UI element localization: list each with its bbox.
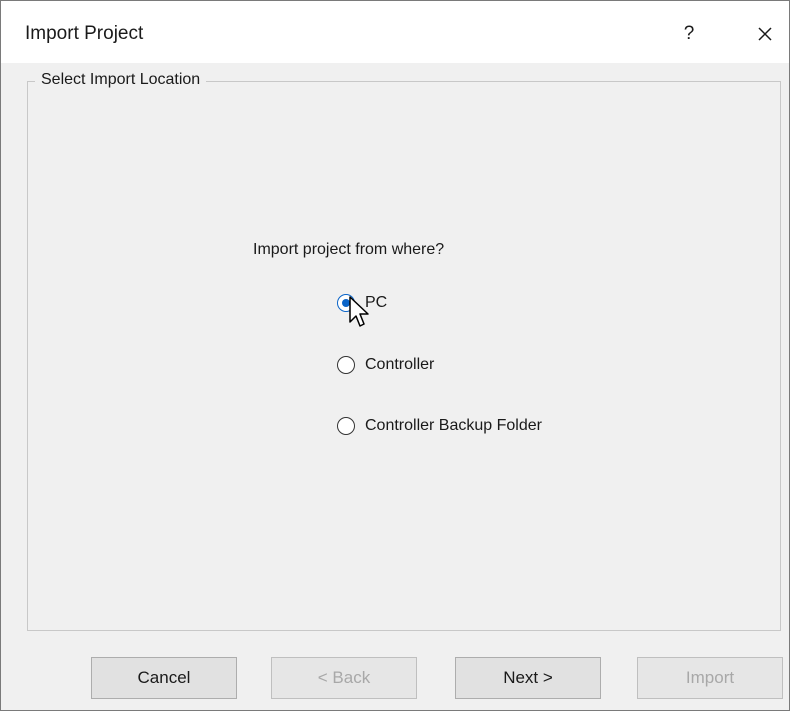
close-button[interactable]: [743, 17, 787, 51]
group-label: Select Import Location: [35, 71, 207, 89]
close-icon: [758, 27, 772, 41]
option-controller-backup-folder[interactable]: Controller Backup Folder: [337, 417, 542, 435]
next-button[interactable]: Next >: [455, 657, 601, 699]
mouse-pointer-icon: [349, 296, 369, 327]
option-controller[interactable]: Controller: [337, 356, 434, 374]
import-project-dialog: Import Project ? Select Import Location …: [0, 0, 790, 711]
option-label[interactable]: Controller: [365, 356, 434, 374]
option-label[interactable]: Controller Backup Folder: [365, 417, 542, 435]
title-bar: Import Project ?: [1, 1, 789, 63]
cancel-button[interactable]: Cancel: [91, 657, 237, 699]
dialog-title: Import Project: [25, 23, 144, 44]
radio-controller-backup-folder[interactable]: [337, 417, 355, 435]
help-button[interactable]: ?: [669, 17, 709, 51]
import-question: Import project from where?: [253, 241, 445, 258]
radio-controller[interactable]: [337, 356, 355, 374]
back-button[interactable]: < Back: [271, 657, 417, 699]
import-button[interactable]: Import: [637, 657, 783, 699]
